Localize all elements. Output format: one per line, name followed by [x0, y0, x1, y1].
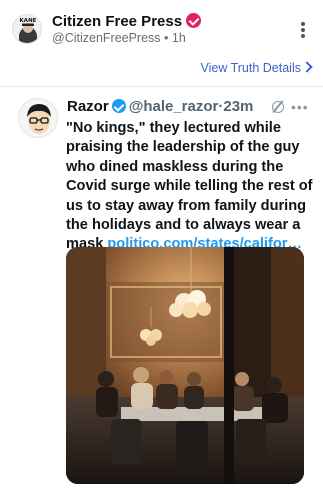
avatar-illustration: KANE: [13, 15, 41, 43]
more-icon[interactable]: •••: [291, 99, 309, 115]
verified-badge-icon: [186, 13, 202, 28]
quoted-text: "No kings," they lectured while praising…: [66, 119, 316, 255]
quoted-photo[interactable]: [66, 247, 304, 484]
quoted-header: Razor @hale_razor·23m: [67, 98, 253, 115]
post-header: KANE Citizen Free Press @CitizenFreePres…: [0, 0, 323, 52]
mute-icon[interactable]: [272, 101, 284, 113]
author-avatar[interactable]: KANE: [12, 14, 42, 44]
cartoon-avatar-illustration: [19, 99, 57, 137]
quoted-handle[interactable]: @hale_razor: [129, 98, 219, 115]
quoted-author-avatar[interactable]: [18, 98, 58, 138]
blue-verified-icon: [111, 99, 126, 113]
quoted-body: "No kings," they lectured while praising…: [66, 120, 313, 253]
chevron-right-icon[interactable]: [301, 61, 313, 73]
quoted-name[interactable]: Razor: [67, 98, 109, 115]
kebab-menu-icon[interactable]: [301, 22, 305, 38]
dining-room-photo: [66, 247, 304, 484]
author-name[interactable]: Citizen Free Press: [52, 13, 202, 30]
author-meta: @CitizenFreePress • 1h: [52, 31, 186, 45]
view-truth-details-link[interactable]: View Truth Details: [200, 61, 301, 75]
avatar-kane-text: KANE: [20, 18, 37, 24]
divider: [0, 86, 323, 87]
author-name-text: Citizen Free Press: [52, 13, 183, 30]
quoted-time: ·23m: [218, 98, 254, 115]
